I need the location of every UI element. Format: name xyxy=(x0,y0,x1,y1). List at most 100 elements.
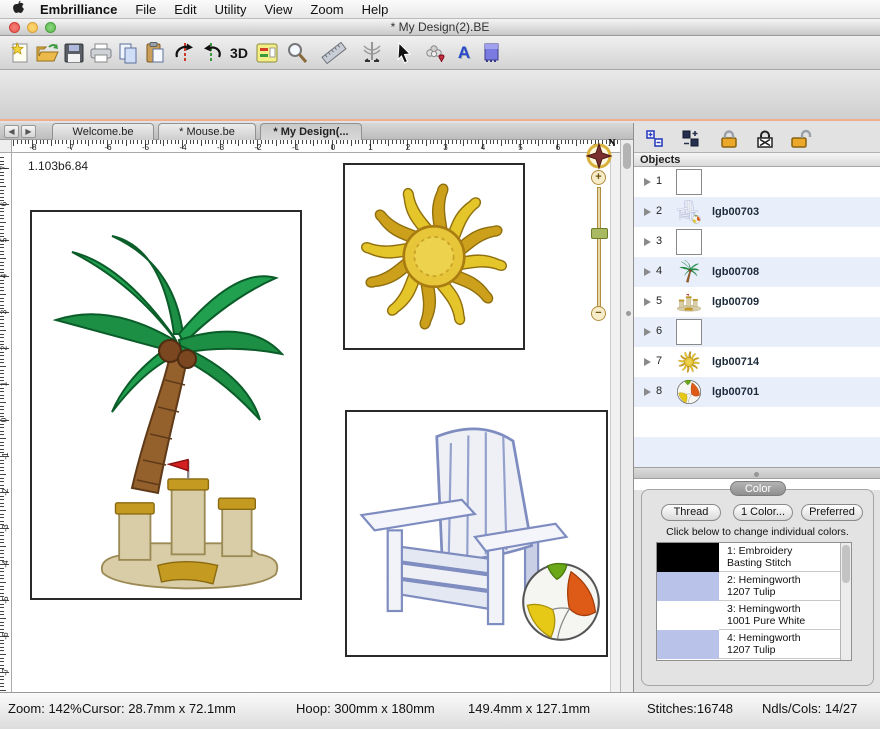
scrollbar-thumb[interactable] xyxy=(623,143,631,169)
ruler-tick xyxy=(58,140,59,144)
lettering-icon[interactable]: A xyxy=(451,40,477,66)
ruler-tick xyxy=(0,643,4,644)
color-row-1[interactable]: 1: EmbroideryBasting Stitch xyxy=(657,543,840,572)
zoom-in-button[interactable]: + xyxy=(591,170,606,185)
tab-scroll-left-button[interactable]: ◀ xyxy=(4,125,19,138)
design-library-icon[interactable] xyxy=(423,40,449,66)
object-row-5[interactable]: 5 lgb00709 xyxy=(634,287,880,317)
color-panel-tab[interactable]: Color xyxy=(730,481,786,496)
color-row-3[interactable]: 3: Hemingworth1001 Pure White xyxy=(657,601,840,630)
ruler-tick xyxy=(321,140,322,144)
objects-color-splitter[interactable] xyxy=(634,467,880,479)
object-row-8[interactable]: 8 lgb00701 xyxy=(634,377,880,407)
lock-icon[interactable] xyxy=(716,127,742,151)
object-row-3[interactable]: 3 xyxy=(634,227,880,257)
menu-item-view[interactable]: View xyxy=(255,2,301,17)
ruler-tick xyxy=(0,474,6,475)
merge-design-icon[interactable] xyxy=(479,40,505,66)
ruler-tick xyxy=(0,323,4,324)
apple-icon xyxy=(12,0,25,15)
design-chair-beachball[interactable] xyxy=(345,410,608,657)
ruler-tick xyxy=(0,546,6,547)
ruler-label: -3 xyxy=(217,143,224,152)
unlock-icon[interactable] xyxy=(788,127,814,151)
3d-view-icon[interactable]: 3D xyxy=(226,40,252,66)
scrollbar-thumb[interactable] xyxy=(842,545,850,583)
disclosure-triangle-icon[interactable] xyxy=(644,358,651,366)
ruler-tick xyxy=(310,140,311,144)
panel-splitter-handle[interactable] xyxy=(626,311,631,316)
ruler-tick xyxy=(0,683,4,684)
disclosure-triangle-icon[interactable] xyxy=(644,328,651,336)
copy-icon[interactable] xyxy=(115,40,141,66)
select-arrow-icon[interactable] xyxy=(391,40,417,66)
tab-welcome[interactable]: Welcome.be xyxy=(52,123,154,140)
disclosure-triangle-icon[interactable] xyxy=(644,298,651,306)
print-icon[interactable] xyxy=(88,40,114,66)
ruler-tick xyxy=(88,140,89,146)
menu-item-utility[interactable]: Utility xyxy=(206,2,256,17)
stitch-simulator-icon[interactable] xyxy=(359,40,385,66)
color-row-2[interactable]: 2: Hemingworth1207 Tulip xyxy=(657,572,840,601)
canvas-vertical-scrollbar[interactable] xyxy=(620,140,633,692)
group-objects-icon[interactable] xyxy=(642,127,668,151)
ruler-tick xyxy=(426,140,427,146)
zoom-out-button[interactable]: − xyxy=(591,306,606,321)
disclosure-triangle-icon[interactable] xyxy=(644,238,651,246)
thread-button[interactable]: Thread xyxy=(661,504,721,521)
ruler-tick xyxy=(21,140,22,144)
ruler-tick xyxy=(0,517,4,518)
ruler-tick xyxy=(0,604,4,605)
ruler-tick xyxy=(235,140,236,144)
object-row-2[interactable]: 2 lgb00703 xyxy=(634,197,880,227)
menu-item-file[interactable]: File xyxy=(126,2,165,17)
tab-mouse[interactable]: * Mouse.be xyxy=(158,123,256,140)
ruler-tick xyxy=(0,337,4,338)
menu-item-help[interactable]: Help xyxy=(353,2,398,17)
ruler-tick xyxy=(0,481,4,482)
one-color-button[interactable]: 1 Color... xyxy=(733,504,793,521)
object-row-4[interactable]: 4 lgb00708 xyxy=(634,257,880,287)
properties-icon[interactable] xyxy=(254,40,280,66)
magnifier-icon[interactable] xyxy=(284,40,310,66)
open-file-icon[interactable] xyxy=(34,40,60,66)
paste-icon[interactable] xyxy=(142,40,168,66)
disclosure-triangle-icon[interactable] xyxy=(644,388,651,396)
zoom-slider-handle[interactable] xyxy=(591,228,608,239)
flip-vertical-icon[interactable] xyxy=(199,40,225,66)
flip-horizontal-icon[interactable] xyxy=(172,40,198,66)
ungroup-objects-icon[interactable] xyxy=(678,127,704,151)
menu-item-zoom[interactable]: Zoom xyxy=(301,2,352,17)
object-row-1[interactable]: 1 xyxy=(634,167,880,197)
ruler-tick xyxy=(385,140,386,144)
document-tab-bar: ◀ ▶ Welcome.be * Mouse.be * My Design(..… xyxy=(0,123,633,140)
design-palm-sandcastle[interactable] xyxy=(30,210,302,600)
preferred-button[interactable]: Preferred xyxy=(801,504,863,521)
menu-item-edit[interactable]: Edit xyxy=(165,2,205,17)
ruler-tick xyxy=(0,377,4,378)
ruler-tick xyxy=(73,140,74,144)
color-row-4[interactable]: 4: Hemingworth1207 Tulip xyxy=(657,630,840,659)
ruler-tick xyxy=(0,301,4,302)
tab-scroll-right-button[interactable]: ▶ xyxy=(21,125,36,138)
measure-ruler-icon[interactable] xyxy=(321,40,347,66)
menu-item-app[interactable]: Embrilliance xyxy=(31,2,126,17)
object-row-6[interactable]: 6 xyxy=(634,317,880,347)
zoom-slider-track[interactable] xyxy=(597,187,601,307)
object-row-7[interactable]: 7 lgb00714 xyxy=(634,347,880,377)
new-document-icon[interactable] xyxy=(7,40,33,66)
ruler-label: -1 xyxy=(292,143,299,152)
disclosure-triangle-icon[interactable] xyxy=(644,268,651,276)
ruler-tick xyxy=(546,140,547,144)
ruler-tick xyxy=(463,140,464,146)
design-canvas[interactable]: 1.103b6.84 xyxy=(12,153,620,692)
apple-menu[interactable] xyxy=(0,0,31,18)
ruler-tick xyxy=(0,391,4,392)
lock-delete-icon[interactable] xyxy=(752,127,778,151)
save-icon[interactable] xyxy=(61,40,87,66)
disclosure-triangle-icon[interactable] xyxy=(644,208,651,216)
disclosure-triangle-icon[interactable] xyxy=(644,178,651,186)
color-list-scrollbar[interactable] xyxy=(840,543,851,660)
design-sun[interactable] xyxy=(343,163,525,350)
tab-my-design[interactable]: * My Design(... xyxy=(260,123,362,140)
